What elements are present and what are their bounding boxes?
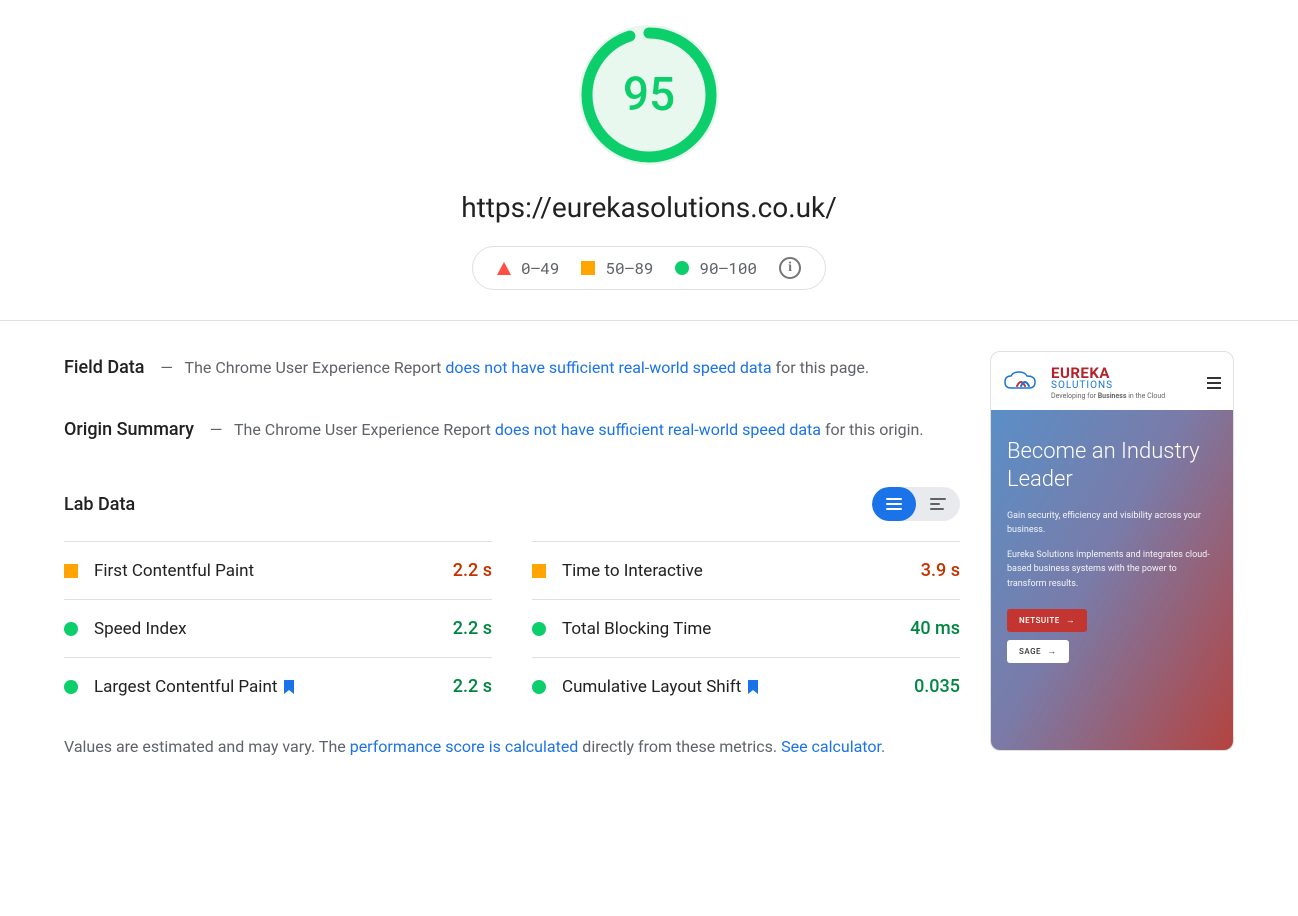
metric-value: 2.2 s	[453, 618, 492, 639]
circle-icon	[64, 680, 78, 694]
preview-sage-button: SAGE→	[1007, 640, 1069, 663]
circle-icon	[675, 261, 689, 275]
scale-average: 50–89	[581, 258, 653, 279]
metric-value: 0.035	[914, 676, 960, 697]
triangle-icon	[497, 262, 511, 275]
toggle-compact-button[interactable]	[872, 487, 916, 521]
metric-value: 2.2 s	[453, 560, 492, 581]
see-calculator-link[interactable]: See calculator.	[781, 737, 885, 756]
preview-heading: Become an Industry Leader	[1007, 438, 1217, 493]
circle-icon	[64, 622, 78, 636]
metric-name: Largest Contentful Paint	[94, 677, 437, 697]
metric-name: Time to Interactive	[562, 561, 905, 581]
preview-body: Become an Industry Leader Gain security,…	[991, 410, 1233, 750]
preview-netsuite-button: NETSUITE→	[1007, 609, 1087, 632]
origin-summary-section: Origin Summary — The Chrome User Experie…	[64, 413, 960, 447]
score-section: 95 https://eurekasolutions.co.uk/ 0–49 5…	[0, 0, 1298, 320]
preview-logo: EUREKA SOLUTIONS Developing for Business…	[1003, 366, 1165, 400]
scale-fail: 0–49	[497, 258, 559, 279]
lines-equal-icon	[886, 498, 902, 510]
scale-pass: 90–100	[675, 258, 757, 279]
metric-value: 2.2 s	[453, 676, 492, 697]
lab-data-footnote: Values are estimated and may vary. The p…	[64, 733, 960, 762]
lab-data-header: Lab Data	[64, 487, 960, 521]
metric-value: 3.9 s	[921, 560, 960, 581]
metric-name: Cumulative Layout Shift	[562, 677, 898, 697]
hamburger-icon	[1207, 377, 1221, 389]
origin-summary-link[interactable]: does not have sufficient real-world spee…	[495, 420, 821, 439]
square-icon	[532, 564, 546, 578]
score-scale-legend: 0–49 50–89 90–100 i	[472, 246, 826, 290]
origin-summary-label: Origin Summary	[64, 419, 194, 440]
cloud-logo-icon	[1003, 370, 1045, 396]
bookmark-icon	[747, 679, 759, 695]
metric-row[interactable]: First Contentful Paint 2.2 s	[64, 541, 492, 599]
toggle-expanded-button[interactable]	[916, 487, 960, 521]
page-screenshot-preview: EUREKA SOLUTIONS Developing for Business…	[990, 351, 1234, 751]
circle-icon	[532, 622, 546, 636]
metrics-grid: First Contentful Paint 2.2 s Time to Inter…	[64, 541, 960, 715]
score-value: 95	[623, 68, 675, 122]
metric-value: 40 ms	[910, 618, 960, 639]
field-data-link[interactable]: does not have sufficient real-world spee…	[445, 358, 771, 377]
bookmark-icon	[283, 679, 295, 695]
view-toggle	[872, 487, 960, 521]
metric-row[interactable]: Time to Interactive 3.9 s	[532, 541, 960, 599]
metric-row[interactable]: Cumulative Layout Shift 0.035	[532, 657, 960, 715]
metric-row[interactable]: Total Blocking Time 40 ms	[532, 599, 960, 657]
metric-row[interactable]: Speed Index 2.2 s	[64, 599, 492, 657]
field-data-section: Field Data — The Chrome User Experience …	[64, 351, 960, 385]
metric-name: Speed Index	[94, 619, 437, 639]
preview-header: EUREKA SOLUTIONS Developing for Business…	[991, 352, 1233, 410]
score-gauge: 95	[579, 25, 719, 165]
lab-data-title: Lab Data	[64, 494, 135, 515]
score-calculated-link[interactable]: performance score is calculated	[350, 737, 579, 756]
square-icon	[581, 261, 595, 275]
metric-name: First Contentful Paint	[94, 561, 437, 581]
metric-name: Total Blocking Time	[562, 619, 894, 639]
circle-icon	[532, 680, 546, 694]
square-icon	[64, 564, 78, 578]
info-icon[interactable]: i	[779, 257, 801, 279]
lines-staggered-icon	[930, 498, 946, 510]
audited-url: https://eurekasolutions.co.uk/	[0, 191, 1298, 224]
field-data-label: Field Data	[64, 357, 145, 378]
metric-row[interactable]: Largest Contentful Paint 2.2 s	[64, 657, 492, 715]
